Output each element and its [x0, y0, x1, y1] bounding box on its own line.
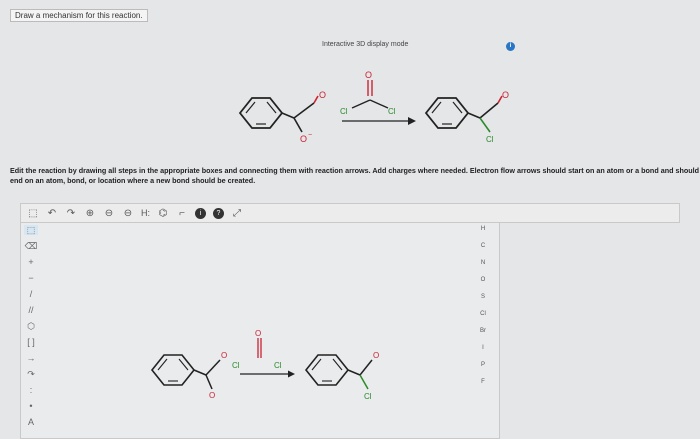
clean-icon[interactable]: ⌐	[176, 208, 188, 219]
product-cl-label: Cl	[486, 135, 494, 144]
text-tool-icon[interactable]: A	[24, 417, 38, 427]
element-n[interactable]: N	[481, 257, 485, 269]
info-icon[interactable]: i	[195, 207, 206, 219]
zoom-in-icon[interactable]: ⊕	[84, 208, 96, 219]
question-label: Draw a mechanism for this reaction.	[10, 9, 148, 22]
element-o[interactable]: O	[481, 274, 486, 286]
radical-icon[interactable]: •	[24, 401, 38, 411]
element-i[interactable]: I	[482, 342, 484, 354]
sulfinyl-o-label: O	[365, 70, 372, 80]
element-c[interactable]: C	[481, 240, 485, 252]
explicit-h-icon[interactable]: H:	[141, 208, 150, 218]
left-toolbar: ⬚ ⌫ + − / // ⬡ [ ] → ↷ : • A	[22, 225, 40, 439]
carbonyl-o-label: O	[319, 90, 326, 100]
ed-product-cl-label: Cl	[364, 392, 372, 401]
eraser-icon[interactable]: ⌫	[24, 241, 38, 251]
element-f[interactable]: F	[481, 376, 485, 388]
plus-charge-icon[interactable]: +	[24, 257, 38, 267]
display-mode-label[interactable]: Interactive 3D display mode	[322, 41, 408, 48]
redo-icon[interactable]: ↷	[65, 208, 77, 219]
ed-sulfinyl-o-label: O	[255, 329, 261, 338]
zoom-out-icon[interactable]: ⊖	[122, 208, 134, 219]
instructions-line-1: Edit the reaction by drawing all steps i…	[10, 166, 700, 175]
product-o-label: O	[502, 90, 509, 100]
element-p[interactable]: P	[481, 359, 485, 371]
ring-icon[interactable]: ⬡	[24, 321, 38, 331]
element-s[interactable]: S	[481, 291, 485, 303]
move-tool-icon[interactable]: ⬚	[27, 208, 39, 219]
oxide-o-label: O	[300, 134, 307, 144]
editable-reaction[interactable]: O O O Cl Cl O Cl	[140, 322, 400, 412]
instructions-line-2: end on an atom, bond, or location where …	[10, 176, 256, 185]
double-bond-icon[interactable]: //	[24, 305, 38, 315]
help-icon[interactable]: ?	[213, 207, 224, 219]
template-icon[interactable]: ⌬	[157, 208, 169, 219]
undo-icon[interactable]: ↶	[46, 208, 58, 219]
electron-arrow-icon[interactable]: ↷	[24, 369, 38, 379]
ed-cl-left-label: Cl	[232, 361, 240, 370]
ed-oxide-o-label: O	[209, 391, 215, 400]
element-br[interactable]: Br	[480, 325, 486, 337]
zoom-reset-icon[interactable]: ⊖	[103, 208, 115, 219]
ed-product-o-label: O	[373, 351, 379, 360]
ed-carbonyl-o-label: O	[221, 351, 227, 360]
element-cl[interactable]: Cl	[480, 308, 486, 320]
bracket-icon[interactable]: [ ]	[24, 337, 38, 347]
cl-left-label: Cl	[340, 107, 348, 116]
single-bond-icon[interactable]: /	[24, 289, 38, 299]
ed-cl-right-label: Cl	[274, 361, 282, 370]
reaction-scheme: O O − O Cl Cl O Cl	[238, 70, 509, 144]
cl-right-label: Cl	[388, 107, 396, 116]
lone-pair-icon[interactable]: :	[24, 385, 38, 395]
editor-toolbar: ⬚ ↶ ↷ ⊕ ⊖ ⊖ H: ⌬ ⌐ i ? ⤢	[20, 203, 680, 223]
instructions-text: Edit the reaction by drawing all steps i…	[10, 166, 700, 186]
element-palette: H C N O S Cl Br I P F	[472, 223, 494, 398]
select-tool-icon[interactable]: ⬚	[24, 225, 38, 235]
minus-charge-icon[interactable]: −	[24, 273, 38, 283]
expand-icon[interactable]: ⤢	[231, 208, 243, 219]
minus-charge: −	[308, 132, 312, 139]
arrow-tool-icon[interactable]: →	[24, 353, 38, 363]
info-icon[interactable]: i	[506, 42, 515, 51]
element-h[interactable]: H	[481, 223, 485, 235]
